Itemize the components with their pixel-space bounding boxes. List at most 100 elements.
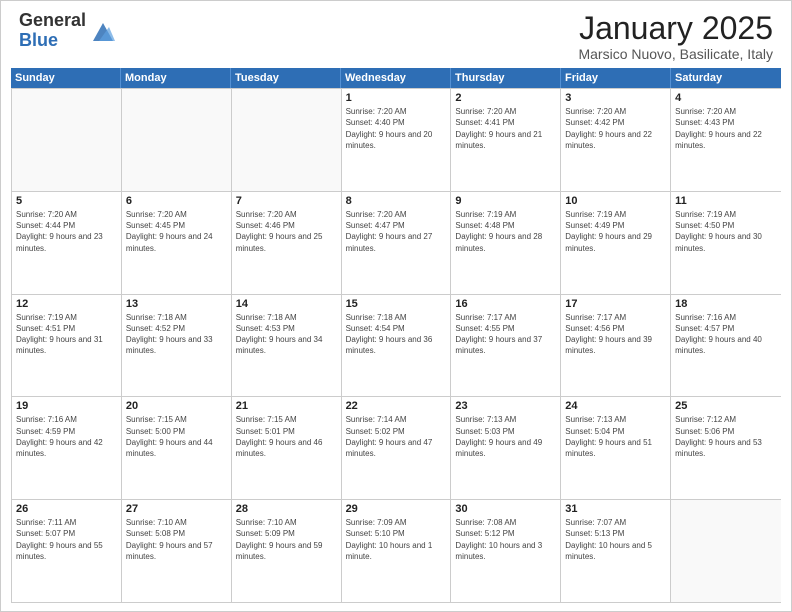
- day-number: 30: [455, 503, 556, 515]
- calendar-cell: 18Sunrise: 7:16 AM Sunset: 4:57 PM Dayli…: [671, 295, 781, 397]
- day-number: 9: [455, 195, 556, 207]
- calendar-cell: 16Sunrise: 7:17 AM Sunset: 4:55 PM Dayli…: [451, 295, 561, 397]
- day-number: 11: [675, 195, 777, 207]
- day-info: Sunrise: 7:07 AM Sunset: 5:13 PM Dayligh…: [565, 517, 666, 562]
- day-number: 10: [565, 195, 666, 207]
- page: General Blue January 2025 Marsico Nuovo,…: [0, 0, 792, 612]
- weekday-header: Friday: [561, 68, 671, 88]
- calendar-cell: 12 Sunrise: 7:19 AM Sunset: 4:51 PM Dayli…: [12, 295, 122, 397]
- day-info: Sunrise: 7:20 AM Sunset: 4:41 PM Dayligh…: [455, 106, 556, 151]
- day-info: Sunrise: 7:20 AM Sunset: 4:44 PM Dayligh…: [16, 209, 117, 254]
- calendar-cell: 14 Sunrise: 7:18 AM Sunset: 4:53 PM Dayli…: [232, 295, 342, 397]
- day-number: 29: [346, 503, 447, 515]
- calendar-cell: [12, 89, 122, 191]
- logo-text: General Blue: [19, 11, 86, 51]
- day-number: 6: [126, 195, 227, 207]
- calendar-cell: 5 Sunrise: 7:20 AM Sunset: 4:44 PM Daylig…: [12, 192, 122, 294]
- day-info: Sunrise: 7:17 AM Sunset: 4:56 PM Dayligh…: [565, 312, 666, 357]
- calendar-cell: [232, 89, 342, 191]
- calendar-cell: 13 Sunrise: 7:18 AM Sunset: 4:52 PM Dayli…: [122, 295, 232, 397]
- day-info: Sunrise: 7:19 AM Sunset: 4:49 PM Dayligh…: [565, 209, 666, 254]
- calendar-week: 1 Sunrise: 7:20 AM Sunset: 4:40 PM Daylig…: [12, 89, 781, 192]
- calendar-cell: 22 Sunrise: 7:14 AM Sunset: 5:02 PM Dayli…: [342, 397, 452, 499]
- day-info: Sunrise: 7:13 AM Sunset: 5:03 PM Dayligh…: [455, 414, 556, 459]
- calendar-cell: 17 Sunrise: 7:17 AM Sunset: 4:56 PM Dayli…: [561, 295, 671, 397]
- day-number: 8: [346, 195, 447, 207]
- calendar-cell: 6Sunrise: 7:20 AM Sunset: 4:45 PM Daylig…: [122, 192, 232, 294]
- calendar-cell: 2Sunrise: 7:20 AM Sunset: 4:41 PM Daylig…: [451, 89, 561, 191]
- calendar-header: SundayMondayTuesdayWednesdayThursdayFrid…: [11, 68, 781, 88]
- day-info: Sunrise: 7:20 AM Sunset: 4:46 PM Dayligh…: [236, 209, 337, 254]
- day-info: Sunrise: 7:19 AM Sunset: 4:50 PM Dayligh…: [675, 209, 777, 254]
- calendar-cell: 8 Sunrise: 7:20 AM Sunset: 4:47 PM Daylig…: [342, 192, 452, 294]
- day-info: Sunrise: 7:20 AM Sunset: 4:42 PM Dayligh…: [565, 106, 666, 151]
- calendar-cell: 31 Sunrise: 7:07 AM Sunset: 5:13 PM Dayli…: [561, 500, 671, 602]
- calendar-week: 12 Sunrise: 7:19 AM Sunset: 4:51 PM Dayli…: [12, 295, 781, 398]
- day-info: Sunrise: 7:20 AM Sunset: 4:43 PM Dayligh…: [675, 106, 777, 151]
- day-info: Sunrise: 7:18 AM Sunset: 4:54 PM Dayligh…: [346, 312, 447, 357]
- weekday-header: Saturday: [671, 68, 781, 88]
- calendar-cell: 29 Sunrise: 7:09 AM Sunset: 5:10 PM Dayli…: [342, 500, 452, 602]
- weekday-header: Sunday: [11, 68, 121, 88]
- day-info: Sunrise: 7:11 AM Sunset: 5:07 PM Dayligh…: [16, 517, 117, 562]
- calendar-cell: [671, 500, 781, 602]
- calendar-cell: 4 Sunrise: 7:20 AM Sunset: 4:43 PM Daylig…: [671, 89, 781, 191]
- calendar-cell: 23 Sunrise: 7:13 AM Sunset: 5:03 PM Dayli…: [451, 397, 561, 499]
- day-number: 13: [126, 298, 227, 310]
- day-number: 26: [16, 503, 117, 515]
- day-number: 31: [565, 503, 666, 515]
- calendar-cell: 24Sunrise: 7:13 AM Sunset: 5:04 PM Dayli…: [561, 397, 671, 499]
- location-title: Marsico Nuovo, Basilicate, Italy: [578, 46, 773, 62]
- day-number: 3: [565, 92, 666, 104]
- day-info: Sunrise: 7:15 AM Sunset: 5:01 PM Dayligh…: [236, 414, 337, 459]
- day-info: Sunrise: 7:09 AM Sunset: 5:10 PM Dayligh…: [346, 517, 447, 562]
- calendar-cell: 19Sunrise: 7:16 AM Sunset: 4:59 PM Dayli…: [12, 397, 122, 499]
- calendar-cell: 15Sunrise: 7:18 AM Sunset: 4:54 PM Dayli…: [342, 295, 452, 397]
- calendar-cell: 27 Sunrise: 7:10 AM Sunset: 5:08 PM Dayli…: [122, 500, 232, 602]
- logo-general: General: [19, 11, 86, 31]
- calendar-cell: [122, 89, 232, 191]
- day-number: 4: [675, 92, 777, 104]
- logo-area: General Blue: [19, 11, 117, 51]
- day-info: Sunrise: 7:19 AM Sunset: 4:48 PM Dayligh…: [455, 209, 556, 254]
- day-info: Sunrise: 7:20 AM Sunset: 4:47 PM Dayligh…: [346, 209, 447, 254]
- calendar-cell: 21 Sunrise: 7:15 AM Sunset: 5:01 PM Dayli…: [232, 397, 342, 499]
- day-number: 12: [16, 298, 117, 310]
- calendar: SundayMondayTuesdayWednesdayThursdayFrid…: [11, 68, 781, 603]
- day-number: 23: [455, 400, 556, 412]
- day-number: 28: [236, 503, 337, 515]
- weekday-header: Monday: [121, 68, 231, 88]
- day-number: 24: [565, 400, 666, 412]
- day-number: 27: [126, 503, 227, 515]
- day-info: Sunrise: 7:15 AM Sunset: 5:00 PM Dayligh…: [126, 414, 227, 459]
- day-info: Sunrise: 7:20 AM Sunset: 4:40 PM Dayligh…: [346, 106, 447, 151]
- calendar-body: 1 Sunrise: 7:20 AM Sunset: 4:40 PM Daylig…: [11, 88, 781, 603]
- day-info: Sunrise: 7:18 AM Sunset: 4:53 PM Dayligh…: [236, 312, 337, 357]
- day-number: 5: [16, 195, 117, 207]
- day-info: Sunrise: 7:12 AM Sunset: 5:06 PM Dayligh…: [675, 414, 777, 459]
- day-number: 17: [565, 298, 666, 310]
- calendar-cell: 25 Sunrise: 7:12 AM Sunset: 5:06 PM Dayli…: [671, 397, 781, 499]
- day-number: 14: [236, 298, 337, 310]
- day-number: 1: [346, 92, 447, 104]
- logo-icon: [89, 17, 117, 45]
- weekday-header: Wednesday: [341, 68, 451, 88]
- day-info: Sunrise: 7:10 AM Sunset: 5:08 PM Dayligh…: [126, 517, 227, 562]
- weekday-header: Thursday: [451, 68, 561, 88]
- day-info: Sunrise: 7:14 AM Sunset: 5:02 PM Dayligh…: [346, 414, 447, 459]
- day-number: 22: [346, 400, 447, 412]
- day-info: Sunrise: 7:19 AM Sunset: 4:51 PM Dayligh…: [16, 312, 117, 357]
- day-number: 20: [126, 400, 227, 412]
- day-info: Sunrise: 7:10 AM Sunset: 5:09 PM Dayligh…: [236, 517, 337, 562]
- calendar-cell: 11 Sunrise: 7:19 AM Sunset: 4:50 PM Dayli…: [671, 192, 781, 294]
- day-number: 19: [16, 400, 117, 412]
- month-title: January 2025: [578, 11, 773, 46]
- calendar-cell: 7 Sunrise: 7:20 AM Sunset: 4:46 PM Daylig…: [232, 192, 342, 294]
- day-number: 25: [675, 400, 777, 412]
- day-info: Sunrise: 7:17 AM Sunset: 4:55 PM Dayligh…: [455, 312, 556, 357]
- day-number: 7: [236, 195, 337, 207]
- calendar-week: 5 Sunrise: 7:20 AM Sunset: 4:44 PM Daylig…: [12, 192, 781, 295]
- day-number: 21: [236, 400, 337, 412]
- day-info: Sunrise: 7:18 AM Sunset: 4:52 PM Dayligh…: [126, 312, 227, 357]
- calendar-cell: 9 Sunrise: 7:19 AM Sunset: 4:48 PM Daylig…: [451, 192, 561, 294]
